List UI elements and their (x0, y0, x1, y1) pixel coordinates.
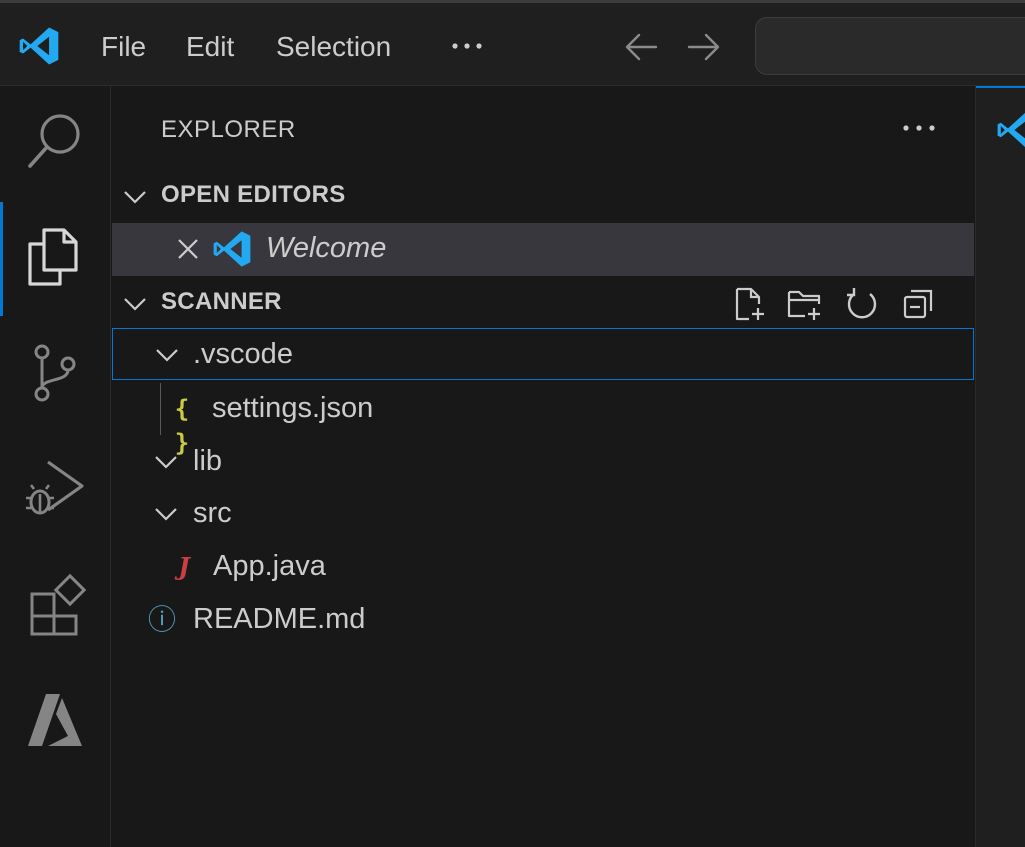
arrow-left-icon[interactable] (624, 31, 658, 63)
java-file-icon: J (178, 552, 190, 581)
command-center-search[interactable] (755, 17, 1025, 75)
activity-bar (0, 86, 111, 847)
tree-folder-lib[interactable]: lib (112, 436, 974, 488)
tree-item-label: settings.json (212, 392, 374, 424)
folder-section-label: SCANNER (161, 288, 282, 315)
editor-area (975, 86, 1025, 847)
vscode-logo-icon (19, 27, 59, 65)
new-folder-icon[interactable] (787, 286, 823, 322)
azure-icon[interactable] (22, 688, 88, 754)
open-editor-item-welcome[interactable]: Welcome (112, 223, 974, 276)
arrow-right-icon[interactable] (687, 31, 721, 63)
refresh-icon[interactable] (844, 286, 880, 322)
tree-file-app-java[interactable]: J App.java (112, 541, 974, 593)
open-editors-label: OPEN EDITORS (161, 181, 346, 208)
sidebar-title: EXPLORER (161, 116, 296, 143)
tree-folder-src[interactable]: src (112, 488, 974, 540)
open-editor-name: Welcome (266, 232, 387, 264)
vscode-logo-icon (213, 231, 251, 267)
ellipsis-icon[interactable] (450, 33, 484, 59)
close-icon[interactable] (176, 237, 200, 261)
chevron-down-icon (155, 456, 177, 469)
tree-file-settings-json[interactable]: { } settings.json (112, 383, 974, 457)
json-file-icon: { } (174, 395, 190, 457)
explorer-sidebar: EXPLORER OPEN EDITORS Welcome SCANNER .v… (111, 86, 975, 847)
extensions-icon[interactable] (22, 572, 88, 638)
menu-file[interactable]: File (101, 30, 146, 64)
active-indicator (0, 202, 3, 316)
source-control-icon[interactable] (22, 340, 88, 406)
search-icon[interactable] (22, 108, 88, 174)
tree-item-label: .vscode (193, 338, 293, 370)
chevron-down-icon (155, 508, 177, 521)
tree-file-readme[interactable]: ⓘ README.md (112, 594, 974, 646)
run-debug-icon[interactable] (22, 456, 88, 522)
info-file-icon: ⓘ (147, 603, 176, 636)
menu-selection[interactable]: Selection (276, 30, 391, 64)
open-editors-header[interactable]: OPEN EDITORS (111, 171, 975, 223)
collapse-all-icon[interactable] (901, 286, 937, 322)
tree-item-label: src (193, 497, 232, 529)
chevron-down-icon (156, 349, 178, 362)
new-file-icon[interactable] (731, 286, 767, 322)
tree-item-label: README.md (193, 603, 366, 635)
active-tab-indicator (976, 86, 1025, 88)
tree-item-label: App.java (213, 550, 326, 582)
chevron-down-icon (124, 191, 146, 204)
vscode-logo-icon[interactable] (996, 110, 1025, 150)
tree-folder-vscode[interactable]: .vscode (112, 328, 974, 380)
ellipsis-icon[interactable] (901, 122, 937, 134)
title-bar: File Edit Selection (0, 0, 1025, 86)
chevron-down-icon (124, 298, 146, 311)
explorer-files-icon[interactable] (22, 224, 88, 290)
tree-item-label: lib (193, 445, 223, 477)
menu-edit[interactable]: Edit (186, 30, 234, 64)
